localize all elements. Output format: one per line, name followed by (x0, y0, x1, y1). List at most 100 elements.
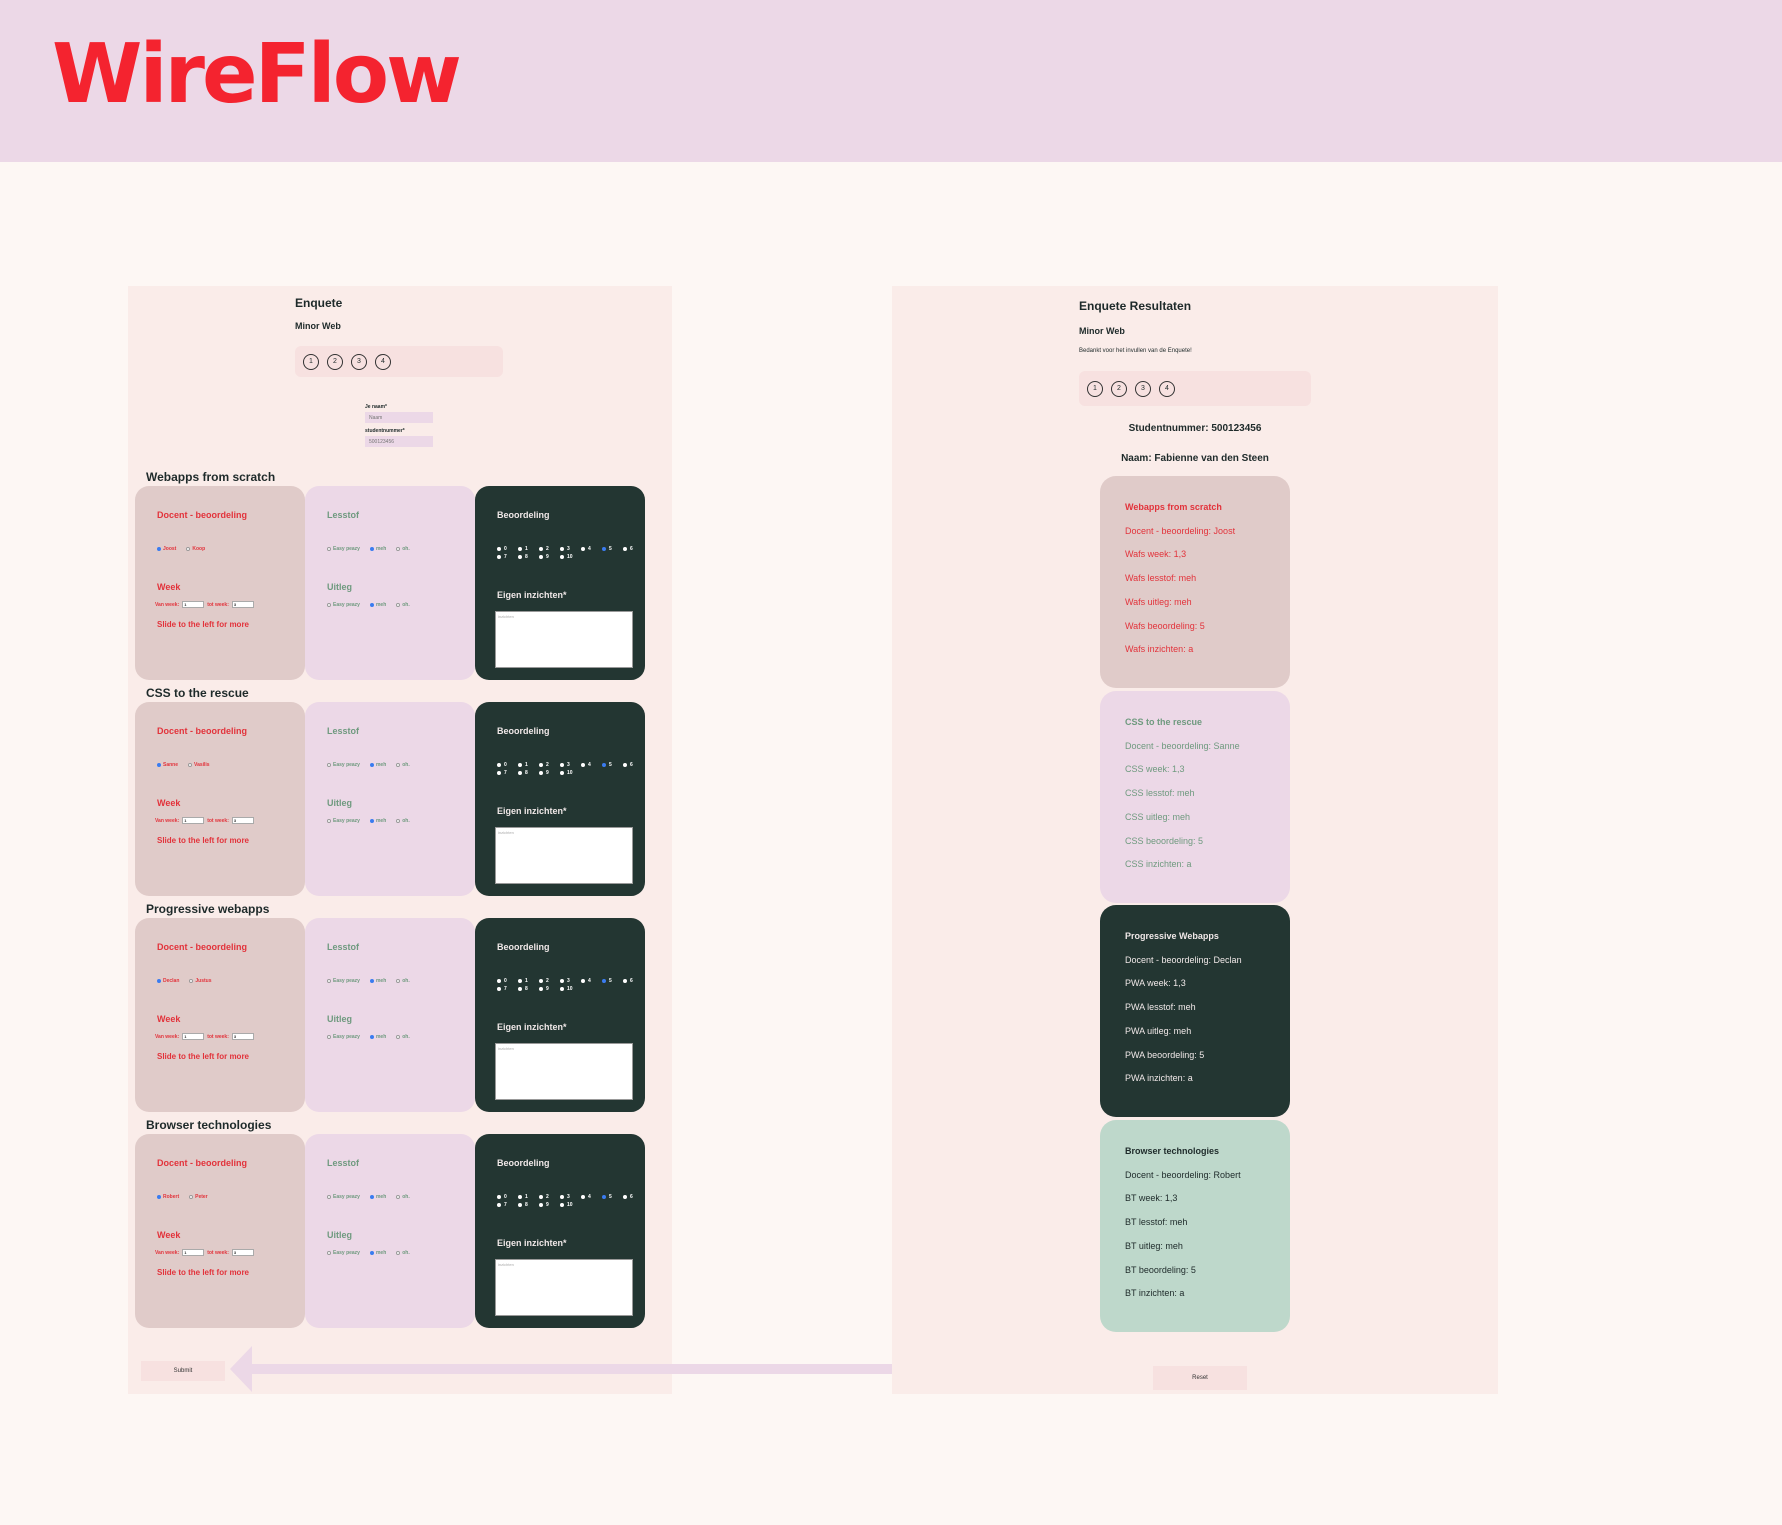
option-oh[interactable]: oh. (396, 1194, 410, 1200)
grade-option[interactable]: 4 (581, 1194, 602, 1200)
grade-option[interactable]: 3 (560, 1194, 581, 1200)
option-oh[interactable]: oh. (396, 818, 410, 824)
grade-option[interactable]: 9 (539, 1202, 560, 1208)
option-meh[interactable]: meh (369, 978, 386, 984)
to-week-input[interactable]: 3 (231, 601, 254, 608)
option-easy[interactable]: Easy peazy (327, 978, 360, 984)
grade-option[interactable]: 0 (497, 1194, 518, 1200)
step-2[interactable]: 2 (1111, 380, 1127, 397)
grade-option[interactable]: 2 (539, 762, 560, 768)
grade-option[interactable]: 6 (623, 1194, 644, 1200)
option-easy[interactable]: Easy peazy (327, 1034, 360, 1040)
grade-option[interactable]: 6 (623, 978, 644, 984)
option-easy[interactable]: Easy peazy (327, 1194, 360, 1200)
grade-option[interactable]: 2 (539, 1194, 560, 1200)
grade-option[interactable]: 2 (539, 978, 560, 984)
to-week-input[interactable]: 3 (231, 1033, 254, 1040)
grade-option[interactable]: 4 (581, 978, 602, 984)
option-oh[interactable]: oh. (396, 546, 410, 552)
option-meh[interactable]: meh (369, 1250, 386, 1256)
step-2[interactable]: 2 (327, 353, 343, 370)
option-easy[interactable]: Easy peazy (327, 818, 360, 824)
grade-option[interactable]: 0 (497, 546, 518, 552)
grade-option[interactable]: 4 (581, 762, 602, 768)
step-4[interactable]: 4 (375, 353, 391, 370)
grade-option[interactable]: 9 (539, 770, 560, 776)
grade-option[interactable]: 0 (497, 762, 518, 768)
grade-option[interactable]: 1 (518, 762, 539, 768)
option-meh[interactable]: meh (369, 762, 386, 768)
to-week-input[interactable]: 3 (231, 817, 254, 824)
teacher-option[interactable]: Vasilis (188, 762, 210, 768)
teacher-option[interactable]: Sanne (157, 762, 178, 768)
grade-option[interactable]: 8 (518, 1202, 539, 1208)
from-week-input[interactable]: 1 (182, 601, 205, 608)
grade-option[interactable]: 5 (602, 978, 623, 984)
teacher-option[interactable]: Robert (157, 1194, 179, 1200)
grade-option[interactable]: 9 (539, 554, 560, 560)
step-3[interactable]: 3 (351, 353, 367, 370)
inzichten-textarea[interactable]: inzichten (495, 1259, 633, 1316)
to-week-input[interactable]: 3 (231, 1249, 254, 1256)
grade-option[interactable]: 5 (602, 1194, 623, 1200)
inzichten-textarea[interactable]: inzichten (495, 611, 633, 668)
option-easy[interactable]: Easy peazy (327, 762, 360, 768)
option-meh[interactable]: meh (369, 818, 386, 824)
option-meh[interactable]: meh (369, 602, 386, 608)
grade-option[interactable]: 4 (581, 546, 602, 552)
teacher-option[interactable]: Peter (189, 1194, 208, 1200)
from-week-input[interactable]: 1 (182, 817, 205, 824)
grade-option[interactable]: 2 (539, 546, 560, 552)
option-oh[interactable]: oh. (396, 602, 410, 608)
teacher-option[interactable]: Koop (186, 546, 205, 552)
grade-option[interactable]: 1 (518, 546, 539, 552)
grade-option[interactable]: 10 (560, 770, 581, 776)
reset-button[interactable]: Reset (1153, 1366, 1247, 1390)
option-easy[interactable]: Easy peazy (327, 602, 360, 608)
teacher-option[interactable]: Joost (157, 546, 176, 552)
option-oh[interactable]: oh. (396, 978, 410, 984)
option-oh[interactable]: oh. (396, 762, 410, 768)
grade-option[interactable]: 7 (497, 1202, 518, 1208)
grade-option[interactable]: 3 (560, 978, 581, 984)
step-4[interactable]: 4 (1159, 380, 1175, 397)
option-oh[interactable]: oh. (396, 1034, 410, 1040)
inzichten-textarea[interactable]: inzichten (495, 1043, 633, 1100)
option-easy[interactable]: Easy peazy (327, 1250, 360, 1256)
teacher-option[interactable]: Justus (189, 978, 212, 984)
submit-button[interactable]: Submit (141, 1361, 225, 1381)
inzichten-textarea[interactable]: inzichten (495, 827, 633, 884)
step-1[interactable]: 1 (1087, 380, 1103, 397)
student-number-input[interactable] (365, 436, 433, 447)
option-meh[interactable]: meh (369, 1034, 386, 1040)
grade-option[interactable]: 8 (518, 986, 539, 992)
teacher-option[interactable]: Declan (157, 978, 179, 984)
grade-option[interactable]: 0 (497, 978, 518, 984)
option-oh[interactable]: oh. (396, 1250, 410, 1256)
grade-option[interactable]: 6 (623, 546, 644, 552)
name-input[interactable] (365, 412, 433, 423)
step-1[interactable]: 1 (303, 353, 319, 370)
grade-option[interactable]: 7 (497, 770, 518, 776)
grade-option[interactable]: 7 (497, 986, 518, 992)
grade-option[interactable]: 3 (560, 546, 581, 552)
step-3[interactable]: 3 (1135, 380, 1151, 397)
grade-option[interactable]: 7 (497, 554, 518, 560)
option-easy[interactable]: Easy peazy (327, 546, 360, 552)
option-meh[interactable]: meh (369, 1194, 386, 1200)
grade-option[interactable]: 3 (560, 762, 581, 768)
grade-option[interactable]: 1 (518, 978, 539, 984)
grade-option[interactable]: 10 (560, 986, 581, 992)
grade-option[interactable]: 8 (518, 554, 539, 560)
option-meh[interactable]: meh (369, 546, 386, 552)
grade-option[interactable]: 10 (560, 554, 581, 560)
grade-option[interactable]: 9 (539, 986, 560, 992)
from-week-input[interactable]: 1 (182, 1033, 205, 1040)
grade-option[interactable]: 8 (518, 770, 539, 776)
grade-option[interactable]: 10 (560, 1202, 581, 1208)
grade-option[interactable]: 6 (623, 762, 644, 768)
grade-option[interactable]: 5 (602, 546, 623, 552)
grade-option[interactable]: 5 (602, 762, 623, 768)
grade-option[interactable]: 1 (518, 1194, 539, 1200)
from-week-input[interactable]: 1 (182, 1249, 205, 1256)
